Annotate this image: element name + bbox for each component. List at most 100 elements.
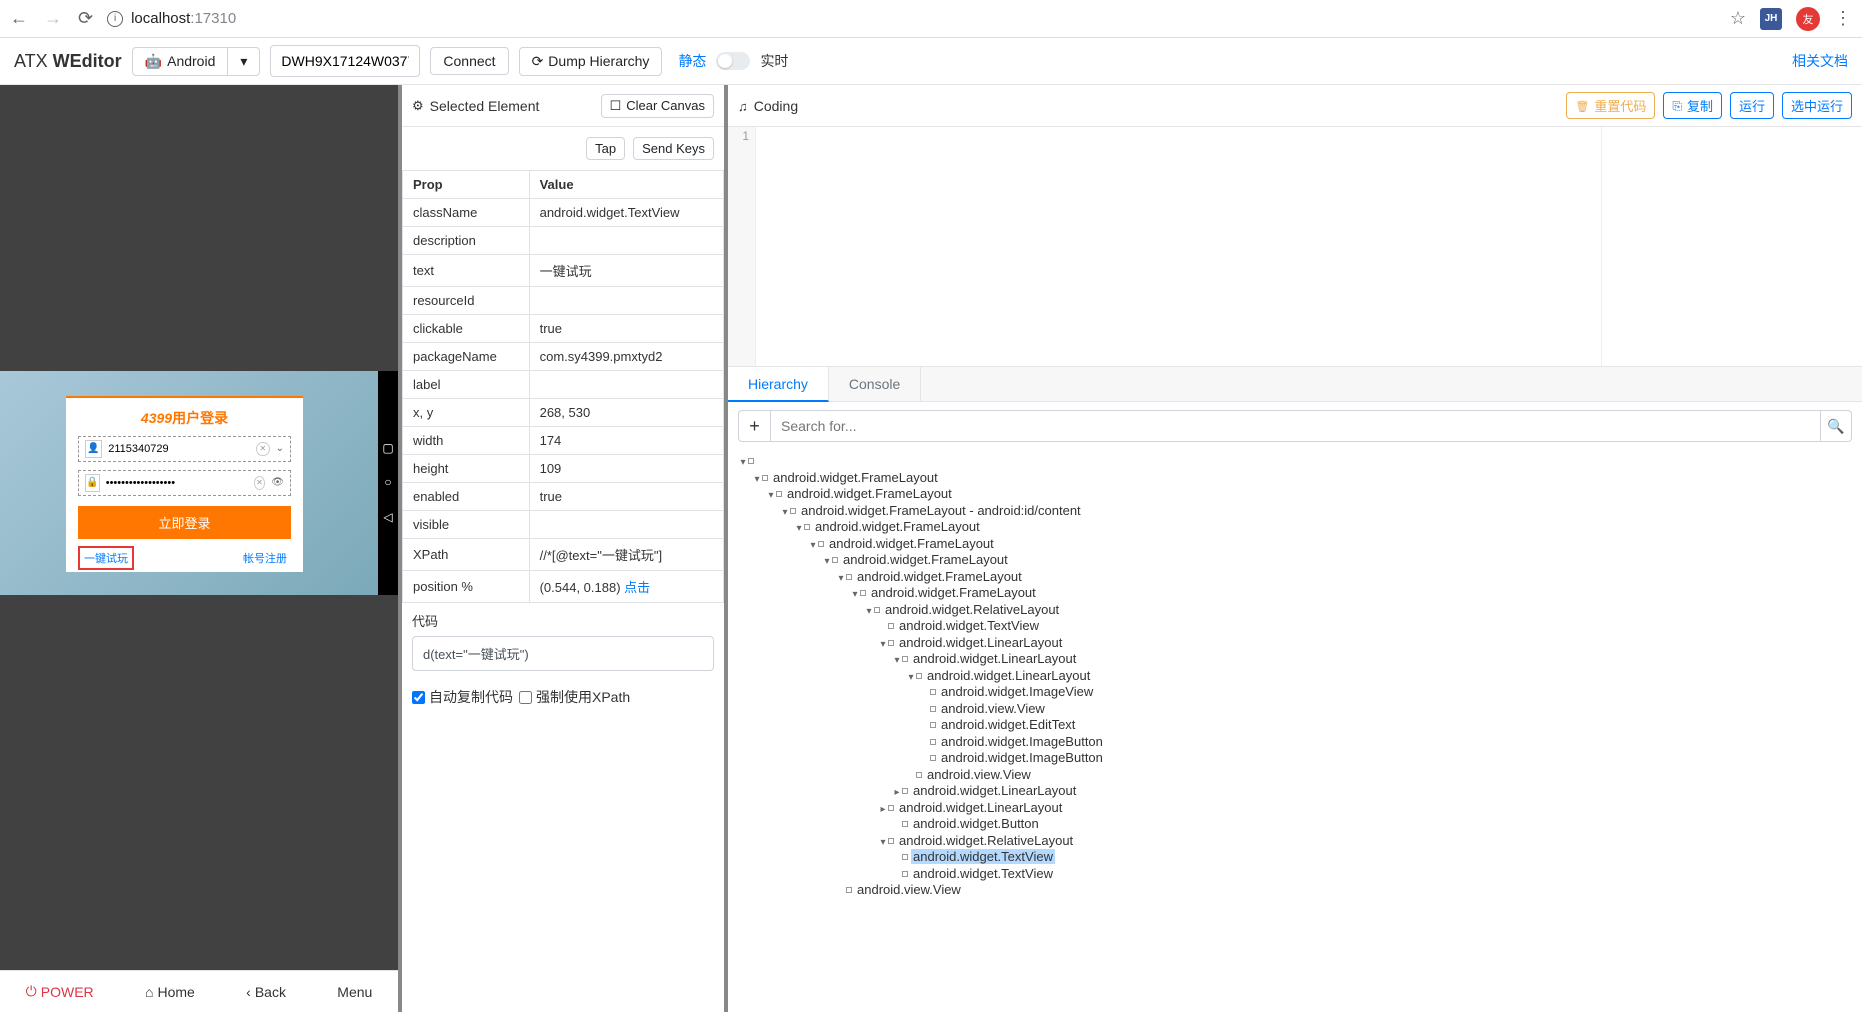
- extension-badge[interactable]: JH: [1760, 8, 1782, 30]
- tree-node[interactable]: ▸ android.widget.LinearLayout: [738, 801, 1852, 818]
- tree-toggle-icon[interactable]: ▾: [822, 555, 832, 570]
- connect-button[interactable]: Connect: [430, 47, 508, 75]
- profile-avatar[interactable]: 友: [1796, 7, 1820, 31]
- tree-label[interactable]: android.widget.ImageButton: [939, 750, 1105, 765]
- hierarchy-tree[interactable]: ▾▾android.widget.FrameLayout▾android.wid…: [728, 450, 1862, 1012]
- platform-dropdown-toggle[interactable]: ▾: [228, 47, 260, 76]
- tree-label[interactable]: android.widget.LinearLayout: [911, 783, 1078, 798]
- copy-code-button[interactable]: 复制: [1663, 92, 1722, 119]
- tap-button[interactable]: Tap: [586, 137, 625, 160]
- docs-link[interactable]: 相关文档: [1792, 51, 1848, 71]
- tree-toggle-icon[interactable]: [836, 885, 846, 900]
- auto-copy-checkbox[interactable]: 自动复制代码: [412, 687, 513, 707]
- eye-icon[interactable]: 👁: [271, 477, 284, 488]
- tree-toggle-icon[interactable]: [920, 704, 930, 719]
- tree-node[interactable]: ▸ android.widget.LinearLayout: [738, 784, 1852, 801]
- tree-label[interactable]: android.view.View: [855, 882, 963, 897]
- device-screen[interactable]: 4399用户登录 👤 ✕ ⌄ 🔒 ✕ 👁 立即登录: [0, 371, 398, 595]
- tree-node[interactable]: ▾android.widget.FrameLayout: [738, 570, 1852, 587]
- tab-console[interactable]: Console: [829, 367, 921, 401]
- tree-label[interactable]: android.widget.Button: [911, 816, 1041, 831]
- tree-node[interactable]: ▾android.widget.FrameLayout - android:id…: [738, 504, 1852, 521]
- tree-toggle-icon[interactable]: [892, 852, 902, 867]
- password-field[interactable]: 🔒 ✕ 👁: [78, 470, 291, 496]
- tree-node[interactable]: ▾android.widget.FrameLayout: [738, 487, 1852, 504]
- tree-label[interactable]: android.view.View: [939, 701, 1047, 716]
- back-button[interactable]: ‹ Back: [246, 984, 286, 1000]
- chevron-down-icon[interactable]: ⌄: [276, 443, 284, 454]
- tree-label[interactable]: android.widget.LinearLayout: [897, 800, 1064, 815]
- tree-toggle-icon[interactable]: [920, 737, 930, 752]
- password-input[interactable]: [106, 477, 248, 489]
- add-node-button[interactable]: +: [738, 410, 770, 442]
- home-button[interactable]: ⌂ Home: [145, 984, 195, 1000]
- tree-node[interactable]: android.view.View: [738, 702, 1852, 719]
- tree-node[interactable]: android.widget.TextView: [738, 850, 1852, 867]
- tree-label[interactable]: android.widget.ImageButton: [939, 734, 1105, 749]
- tree-node[interactable]: ▾ android.widget.RelativeLayout: [738, 603, 1852, 620]
- clear-username-icon[interactable]: ✕: [256, 442, 269, 456]
- search-button[interactable]: 🔍: [1820, 410, 1852, 442]
- tree-toggle-icon[interactable]: ▾: [738, 456, 748, 471]
- android-recent-icon[interactable]: ▢: [382, 441, 393, 455]
- tree-toggle-icon[interactable]: [878, 621, 888, 636]
- tree-label[interactable]: android.widget.FrameLayout: [855, 569, 1024, 584]
- tree-label[interactable]: android.widget.TextView: [897, 618, 1041, 633]
- nav-back-icon[interactable]: ←: [10, 8, 28, 29]
- tree-label[interactable]: android.widget.FrameLayout: [827, 536, 996, 551]
- run-button[interactable]: 运行: [1730, 92, 1774, 119]
- browser-menu-icon[interactable]: ⋮: [1834, 8, 1852, 29]
- site-info-icon[interactable]: i: [107, 11, 123, 27]
- tree-toggle-icon[interactable]: ▸: [878, 803, 888, 818]
- login-button[interactable]: 立即登录: [78, 506, 291, 539]
- clear-canvas-button[interactable]: ☐ Clear Canvas: [601, 94, 714, 118]
- tree-toggle-icon[interactable]: ▾: [808, 539, 818, 554]
- hierarchy-search-input[interactable]: [770, 410, 1820, 442]
- tree-node[interactable]: ▾ android.widget.LinearLayout: [738, 669, 1852, 686]
- nav-forward-icon[interactable]: →: [44, 8, 62, 29]
- tree-label[interactable]: android.widget.LinearLayout: [911, 651, 1078, 666]
- mode-switch[interactable]: [716, 52, 750, 70]
- tree-toggle-icon[interactable]: [906, 770, 916, 785]
- tree-node[interactable]: ▾ android.widget.FrameLayout: [738, 520, 1852, 537]
- generated-code[interactable]: d(text="一键试玩"): [412, 636, 714, 671]
- tree-toggle-icon[interactable]: ▾: [878, 638, 888, 653]
- tree-node[interactable]: android.view.View: [738, 883, 1852, 900]
- tree-label[interactable]: android.widget.FrameLayout: [869, 585, 1038, 600]
- tree-toggle-icon[interactable]: [920, 720, 930, 735]
- trial-link[interactable]: 一键试玩: [78, 546, 134, 570]
- device-serial-input[interactable]: [270, 45, 420, 77]
- tree-node[interactable]: ▾android.widget.FrameLayout: [738, 471, 1852, 488]
- tree-toggle-icon[interactable]: ▾: [878, 836, 888, 851]
- tree-label[interactable]: [757, 453, 761, 468]
- tree-toggle-icon[interactable]: ▾: [906, 671, 916, 686]
- tree-node[interactable]: android.widget.ImageButton: [738, 751, 1852, 768]
- tree-toggle-icon[interactable]: ▾: [864, 605, 874, 620]
- tree-toggle-icon[interactable]: ▸: [892, 786, 902, 801]
- tree-label[interactable]: android.widget.FrameLayout: [813, 519, 982, 534]
- tree-node[interactable]: ▾: [738, 454, 1852, 471]
- tree-toggle-icon[interactable]: ▾: [892, 654, 902, 669]
- address-bar[interactable]: i localhost:17310: [107, 10, 1730, 27]
- tab-hierarchy[interactable]: Hierarchy: [728, 367, 829, 402]
- bookmark-star-icon[interactable]: ☆: [1730, 8, 1746, 29]
- tree-label[interactable]: android.widget.ImageView: [939, 684, 1095, 699]
- tree-node[interactable]: ▾ android.widget.RelativeLayout: [738, 834, 1852, 851]
- tree-label[interactable]: android.widget.RelativeLayout: [883, 602, 1061, 617]
- tree-toggle-icon[interactable]: ▾: [794, 522, 804, 537]
- tree-label[interactable]: android.widget.TextView: [911, 866, 1055, 881]
- clear-password-icon[interactable]: ✕: [254, 476, 266, 490]
- tree-label[interactable]: android.widget.EditText: [939, 717, 1077, 732]
- android-home-icon[interactable]: ○: [384, 475, 391, 489]
- tree-label[interactable]: android.widget.LinearLayout: [925, 668, 1092, 683]
- register-link[interactable]: 帐号注册: [239, 546, 291, 570]
- tree-label[interactable]: android.widget.LinearLayout: [897, 635, 1064, 650]
- reset-code-button[interactable]: 重置代码: [1566, 92, 1655, 119]
- tree-label[interactable]: android.widget.RelativeLayout: [897, 833, 1075, 848]
- tree-toggle-icon[interactable]: [920, 687, 930, 702]
- tree-node[interactable]: ▾ android.widget.FrameLayout: [738, 537, 1852, 554]
- tree-node[interactable]: android.widget.TextView: [738, 867, 1852, 884]
- tree-node[interactable]: android.widget.Button: [738, 817, 1852, 834]
- tree-node[interactable]: ▾android.widget.FrameLayout: [738, 553, 1852, 570]
- nav-reload-icon[interactable]: ⟳: [78, 8, 93, 29]
